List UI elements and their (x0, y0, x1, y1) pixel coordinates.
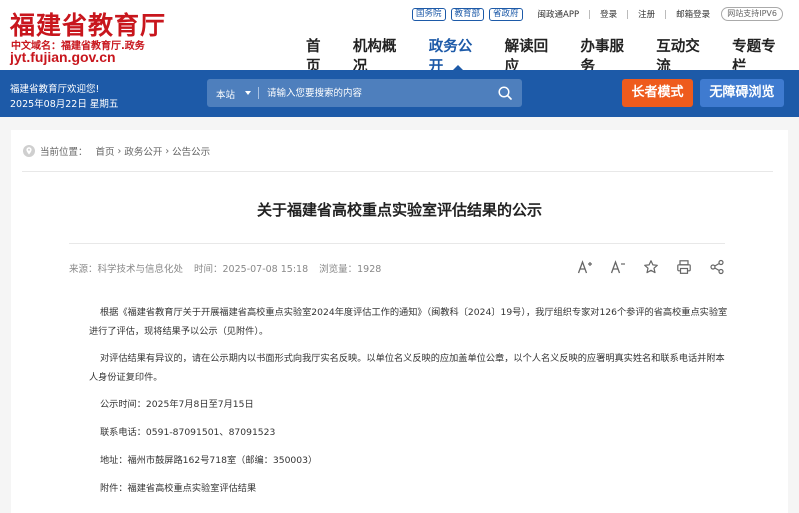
main-nav: 首页 机构概况 政务公开 解读回应 办事服务 互动交流 专题专栏 (297, 37, 799, 75)
nav-home[interactable]: 首页 (297, 37, 344, 75)
article-views: 浏览量：1928 (319, 264, 382, 275)
link-mail-login[interactable]: 邮箱登录 (676, 8, 710, 20)
article-source: 来源：科学技术与信息化处 (69, 264, 184, 275)
breadcrumb-prefix: 当前位置： (40, 147, 88, 158)
star-icon[interactable] (638, 254, 664, 280)
breadcrumb-gov-affairs[interactable]: 政务公开 (124, 144, 162, 158)
breadcrumb-separator: › (117, 145, 122, 157)
contact-phone: 联系电话：0591-87091501、87091523 (100, 427, 276, 438)
divider (258, 87, 259, 99)
article-panel: 当前位置： 首页 › 政务公开 › 公告公示 关于福建省高校重点实验室评估结果的… (11, 130, 788, 513)
article-body: 根据《福建省教育厅关于开展福建省高校重点实验室2024年度评估工作的通知》（闽教… (89, 303, 729, 507)
article-paragraph: 对评估结果有异议的，请在公示期内以书面形式向我厅实名反映。以单位名义反映的应加盖… (89, 353, 725, 383)
breadcrumb-separator: › (165, 145, 170, 157)
publicity-period: 公示时间：2025年7月8日至7月15日 (100, 399, 254, 410)
font-decrease-icon[interactable] (605, 254, 631, 280)
elder-mode-button[interactable]: 长者模式 (622, 79, 693, 107)
nav-interpretation[interactable]: 解读回应 (496, 37, 572, 75)
link-login[interactable]: 登录 (600, 8, 617, 20)
nav-services[interactable]: 办事服务 (571, 37, 647, 75)
link-provincial-gov[interactable]: 省政府 (489, 7, 523, 21)
article-title: 关于福建省高校重点实验室评估结果的公示 (256, 201, 542, 219)
top-links: 国务院 教育部 省政府 闽政通APP 登录 注册 邮箱登录 (412, 7, 710, 21)
link-app[interactable]: 闽政通APP (538, 8, 580, 20)
article-paragraph: 根据《福建省教育厅关于开展福建省高校重点实验室2024年度评估工作的通知》（闽教… (89, 307, 728, 337)
site-logo-url[interactable]: jyt.fujian.gov.cn (10, 49, 116, 65)
article-time: 时间：2025-07-08 15:18 (194, 264, 309, 275)
site-header: 福建省教育厅 中文域名：福建省教育厅.政务 jyt.fujian.gov.cn … (0, 0, 799, 75)
divider (665, 9, 667, 19)
attachment-link[interactable]: 附件：福建省高校重点实验室评估结果 (89, 479, 729, 498)
print-icon[interactable] (671, 254, 697, 280)
nav-topics[interactable]: 专题专栏 (723, 37, 799, 75)
content-area: 当前位置： 首页 › 政务公开 › 公告公示 关于福建省高校重点实验室评估结果的… (0, 117, 799, 513)
chevron-down-icon[interactable] (245, 91, 251, 95)
welcome-text: 福建省教育厅欢迎您! (10, 84, 100, 95)
nav-government-affairs[interactable]: 政务公开 (420, 37, 496, 75)
divider (627, 9, 629, 19)
breadcrumb-announcements[interactable]: 公告公示 (172, 144, 210, 158)
contact-address: 地址：福州市鼓屏路162号718室（邮编：350003） (100, 455, 318, 466)
search-band: 福建省教育厅欢迎您! 2025年08月22日 星期五 本站 长者模式 无障碍浏览 (0, 70, 799, 117)
search-scope-select[interactable]: 本站 (216, 87, 235, 101)
location-icon (22, 144, 36, 158)
link-ministry-education[interactable]: 教育部 (450, 7, 485, 21)
article-tools (565, 254, 730, 280)
article-meta: 来源：科学技术与信息化处 时间：2025-07-08 15:18 浏览量：192… (69, 261, 392, 275)
divider (69, 243, 725, 244)
divider (589, 9, 591, 19)
link-register[interactable]: 注册 (638, 8, 655, 20)
font-increase-icon[interactable] (572, 254, 598, 280)
current-date: 2025年08月22日 星期五 (10, 99, 119, 110)
breadcrumb: 当前位置： 首页 › 政务公开 › 公告公示 (22, 143, 210, 159)
search-box: 本站 (207, 79, 522, 107)
search-icon[interactable] (497, 85, 513, 101)
divider (22, 171, 773, 172)
search-input[interactable] (267, 84, 487, 102)
share-icon[interactable] (704, 254, 730, 280)
nav-organization[interactable]: 机构概况 (344, 37, 420, 75)
accessible-browse-button[interactable]: 无障碍浏览 (700, 79, 784, 107)
link-state-council[interactable]: 国务院 (412, 7, 446, 21)
breadcrumb-home[interactable]: 首页 (96, 144, 115, 158)
nav-interaction[interactable]: 互动交流 (647, 37, 723, 75)
ipv6-badge: 网站支持IPV6 (721, 7, 783, 21)
